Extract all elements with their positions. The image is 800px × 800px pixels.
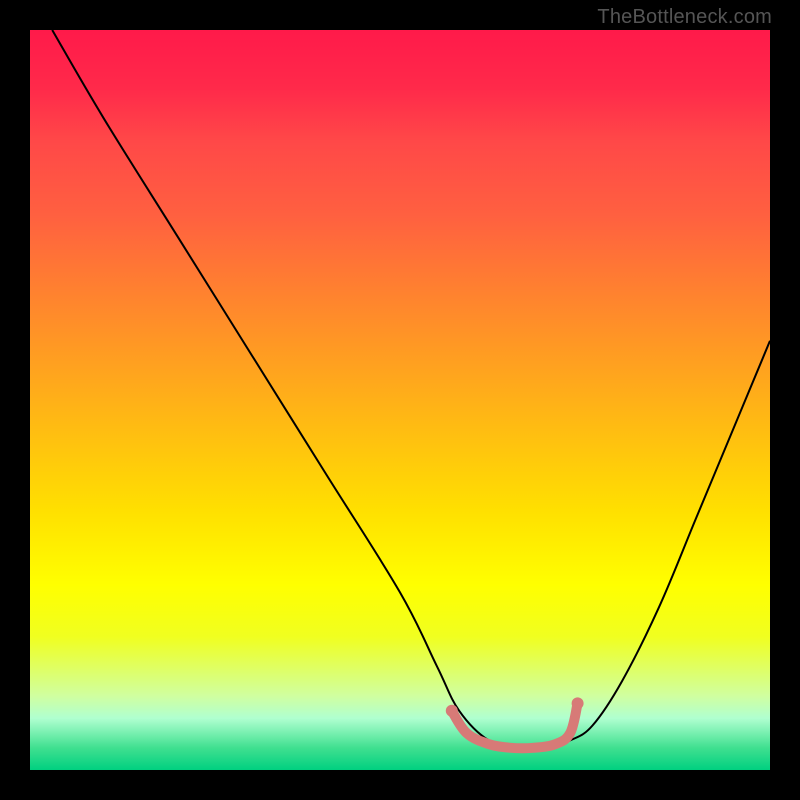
optimal-range-start-dot xyxy=(446,705,458,717)
bottleneck-curve xyxy=(52,30,770,749)
chart-container: TheBottleneck.com xyxy=(0,0,800,800)
watermark-text: TheBottleneck.com xyxy=(597,6,772,29)
plot-area xyxy=(30,30,770,770)
chart-svg xyxy=(30,30,770,770)
optimal-range-end-dot xyxy=(572,697,584,709)
